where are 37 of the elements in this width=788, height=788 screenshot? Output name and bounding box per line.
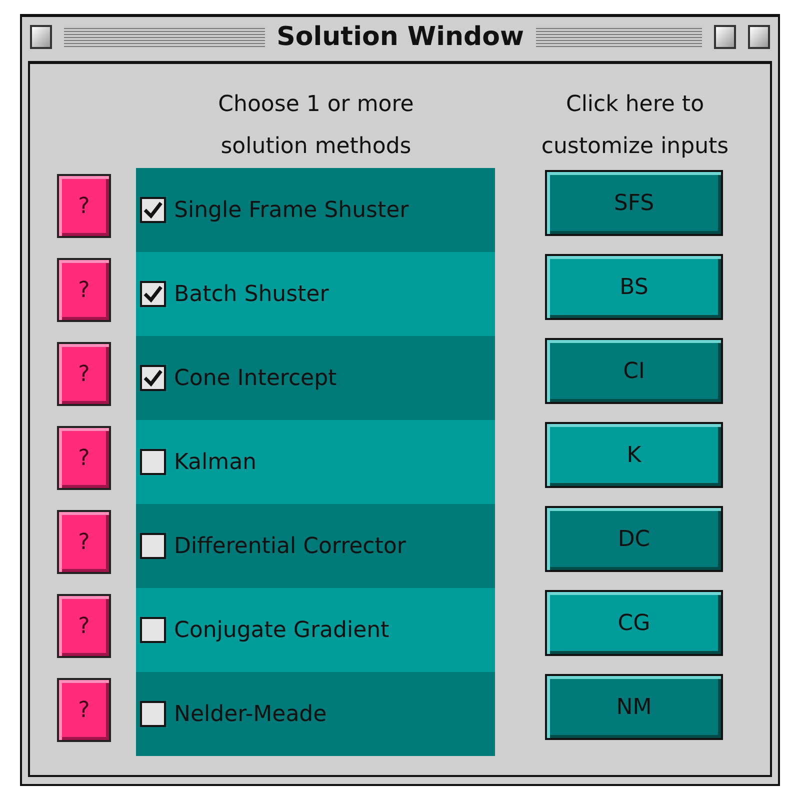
help-button[interactable]: ? xyxy=(57,678,111,742)
checkbox[interactable] xyxy=(140,365,166,391)
checkbox[interactable] xyxy=(140,533,166,559)
checkbox[interactable] xyxy=(140,701,166,727)
method-label: Nelder-Meade xyxy=(174,702,327,726)
help-button[interactable]: ? xyxy=(57,594,111,658)
customize-button[interactable]: K xyxy=(545,422,723,488)
checkbox[interactable] xyxy=(140,281,166,307)
method-label: Batch Shuster xyxy=(174,282,329,306)
window-title: Solution Window xyxy=(276,22,524,52)
customize-button[interactable]: DC xyxy=(545,506,723,572)
customize-button[interactable]: NM xyxy=(545,674,723,740)
help-button[interactable]: ? xyxy=(57,258,111,322)
collapse-box[interactable] xyxy=(748,25,770,49)
checkmark-icon xyxy=(143,285,163,303)
customize-button[interactable]: BS xyxy=(545,254,723,320)
help-button[interactable]: ? xyxy=(57,174,111,238)
method-label: Cone Intercept xyxy=(174,366,337,390)
checkbox[interactable] xyxy=(140,197,166,223)
inputs-heading: Click here to customize inputs xyxy=(540,91,730,161)
method-label: Differential Corrector xyxy=(174,534,406,558)
customize-button[interactable]: CI xyxy=(545,338,723,404)
close-box[interactable] xyxy=(30,25,52,49)
method-label: Kalman xyxy=(174,450,256,474)
help-button[interactable]: ? xyxy=(57,426,111,490)
zoom-box[interactable] xyxy=(714,25,736,49)
checkmark-icon xyxy=(143,369,163,387)
method-label: Conjugate Gradient xyxy=(174,618,390,642)
checkbox[interactable] xyxy=(140,617,166,643)
checkmark-icon xyxy=(143,201,163,219)
help-button[interactable]: ? xyxy=(57,342,111,406)
customize-button[interactable]: SFS xyxy=(545,170,723,236)
checkbox[interactable] xyxy=(140,449,166,475)
customize-button[interactable]: CG xyxy=(545,590,723,656)
methods-heading: Choose 1 or more solution methods xyxy=(217,91,415,161)
method-label: Single Frame Shuster xyxy=(174,198,409,222)
help-button[interactable]: ? xyxy=(57,510,111,574)
